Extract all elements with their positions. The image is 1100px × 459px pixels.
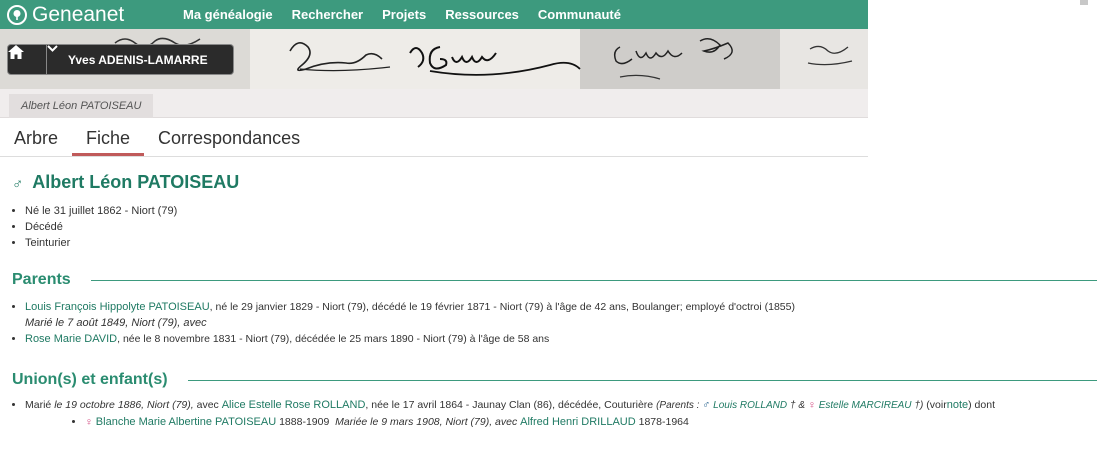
spouse-father-link[interactable]: Louis ROLLAND <box>713 400 787 411</box>
parents-section-header: Parents <box>12 269 1097 291</box>
father-details: , né le 29 janvier 1829 - Niort (79), dé… <box>209 301 795 313</box>
spouse-link[interactable]: Alice Estelle Rose ROLLAND <box>222 399 366 411</box>
male-icon: ♂ <box>12 175 24 193</box>
brand-name: Geneanet <box>32 2 125 26</box>
breadcrumb[interactable]: Albert Léon PATOISEAU <box>9 94 154 118</box>
child-item: ♀ Blanche Marie Albertine PATOISEAU 1888… <box>85 414 1097 430</box>
spouse-mother-link[interactable]: Estelle MARCIREAU <box>819 400 912 411</box>
nav-communaute[interactable]: Communauté <box>538 7 621 22</box>
spouse-details: , née le 17 avril 1864 - Jaunay Clan (86… <box>365 399 654 411</box>
parents-title: Parents <box>12 271 71 288</box>
father-link[interactable]: Louis François Hippolyte PATOISEAU <box>25 301 210 313</box>
home-icon <box>8 45 24 59</box>
union-married: Marié <box>25 399 52 411</box>
note-link[interactable]: note <box>947 399 968 411</box>
tab-correspondances[interactable]: Correspondances <box>144 118 314 156</box>
unions-section-header: Union(s) et enfant(s) <box>12 369 1097 391</box>
union-item: Marié le 19 octobre 1886, Niort (79), av… <box>25 397 1097 430</box>
person-header: ♂ Albert Léon PATOISEAU <box>12 171 1097 193</box>
child-marriage: Mariée le 9 mars 1908, Niort (79), avec <box>335 416 518 428</box>
voir-label: (voir <box>926 399 947 411</box>
unions-title: Union(s) et enfant(s) <box>12 371 168 388</box>
female-icon: ♀ <box>85 416 93 428</box>
tree-owner-dropdown[interactable]: Yves ADENIS-LAMARRE <box>47 44 234 75</box>
female-icon: ♀ <box>807 399 816 411</box>
parents-list: Louis François Hippolyte PATOISEAU, né l… <box>25 299 1097 347</box>
dont-label: ) dont <box>968 399 995 411</box>
male-icon: ♂ <box>702 399 711 411</box>
mother-details: , née le 8 novembre 1831 - Niort (79), d… <box>117 333 550 345</box>
corner-indicator <box>1080 0 1088 5</box>
parents-marriage: Marié le 7 août 1849, Niort (79), avec <box>25 317 207 329</box>
spouse-father-dagger: † & <box>790 400 806 411</box>
nav-ma-genealogie[interactable]: Ma généalogie <box>183 7 273 22</box>
tab-fiche[interactable]: Fiche <box>72 118 145 156</box>
child-spouse-link[interactable]: Alfred Henri DRILLAUD <box>520 416 636 428</box>
section-divider <box>90 279 1097 281</box>
top-navbar: Geneanet Ma généalogie Rechercher Projet… <box>0 0 868 29</box>
father-item: Louis François Hippolyte PATOISEAU, né l… <box>25 299 1097 331</box>
nav-rechercher[interactable]: Rechercher <box>292 7 364 22</box>
brand[interactable]: Geneanet <box>7 3 183 27</box>
tab-bar: Arbre Fiche Correspondances <box>0 118 868 157</box>
child-link[interactable]: Blanche Marie Albertine PATOISEAU <box>96 416 276 428</box>
spouse-mother-dagger: †) <box>914 400 924 411</box>
fact-birth: Né le 31 juillet 1862 - Niort (79) <box>25 203 1097 219</box>
person-record: ♂ Albert Léon PATOISEAU Né le 31 juillet… <box>12 171 1097 430</box>
fact-death: Décédé <box>25 219 1097 235</box>
union-date: le 19 octobre 1886, Niort (79), <box>54 399 194 411</box>
unions-list: Marié le 19 octobre 1886, Niort (79), av… <box>25 397 1097 430</box>
signature-banner: Yves ADENIS-LAMARRE <box>0 29 868 89</box>
mother-item: Rose Marie DAVID, née le 8 novembre 1831… <box>25 331 1097 347</box>
nav-projets[interactable]: Projets <box>382 7 426 22</box>
nav-ressources[interactable]: Ressources <box>445 7 519 22</box>
tab-arbre[interactable]: Arbre <box>0 118 72 156</box>
person-name: Albert Léon PATOISEAU <box>32 171 240 192</box>
section-divider <box>187 379 1097 381</box>
children-list: ♀ Blanche Marie Albertine PATOISEAU 1888… <box>85 414 1097 430</box>
spouse-parents-label: (Parents : <box>656 400 700 411</box>
tree-logo-icon <box>7 4 27 25</box>
child-spouse-years: 1878-1964 <box>638 416 689 428</box>
union-with: avec <box>196 399 219 411</box>
mother-link[interactable]: Rose Marie DAVID <box>25 333 117 345</box>
tree-owner-name: Yves ADENIS-LAMARRE <box>68 52 208 67</box>
home-button[interactable] <box>7 44 47 75</box>
fact-occupation: Teinturier <box>25 235 1097 251</box>
person-facts: Né le 31 juillet 1862 - Niort (79) Décéd… <box>25 203 1097 251</box>
breadcrumb-bar: Albert Léon PATOISEAU <box>0 89 868 118</box>
child-years: 1888-1909 <box>279 416 330 428</box>
